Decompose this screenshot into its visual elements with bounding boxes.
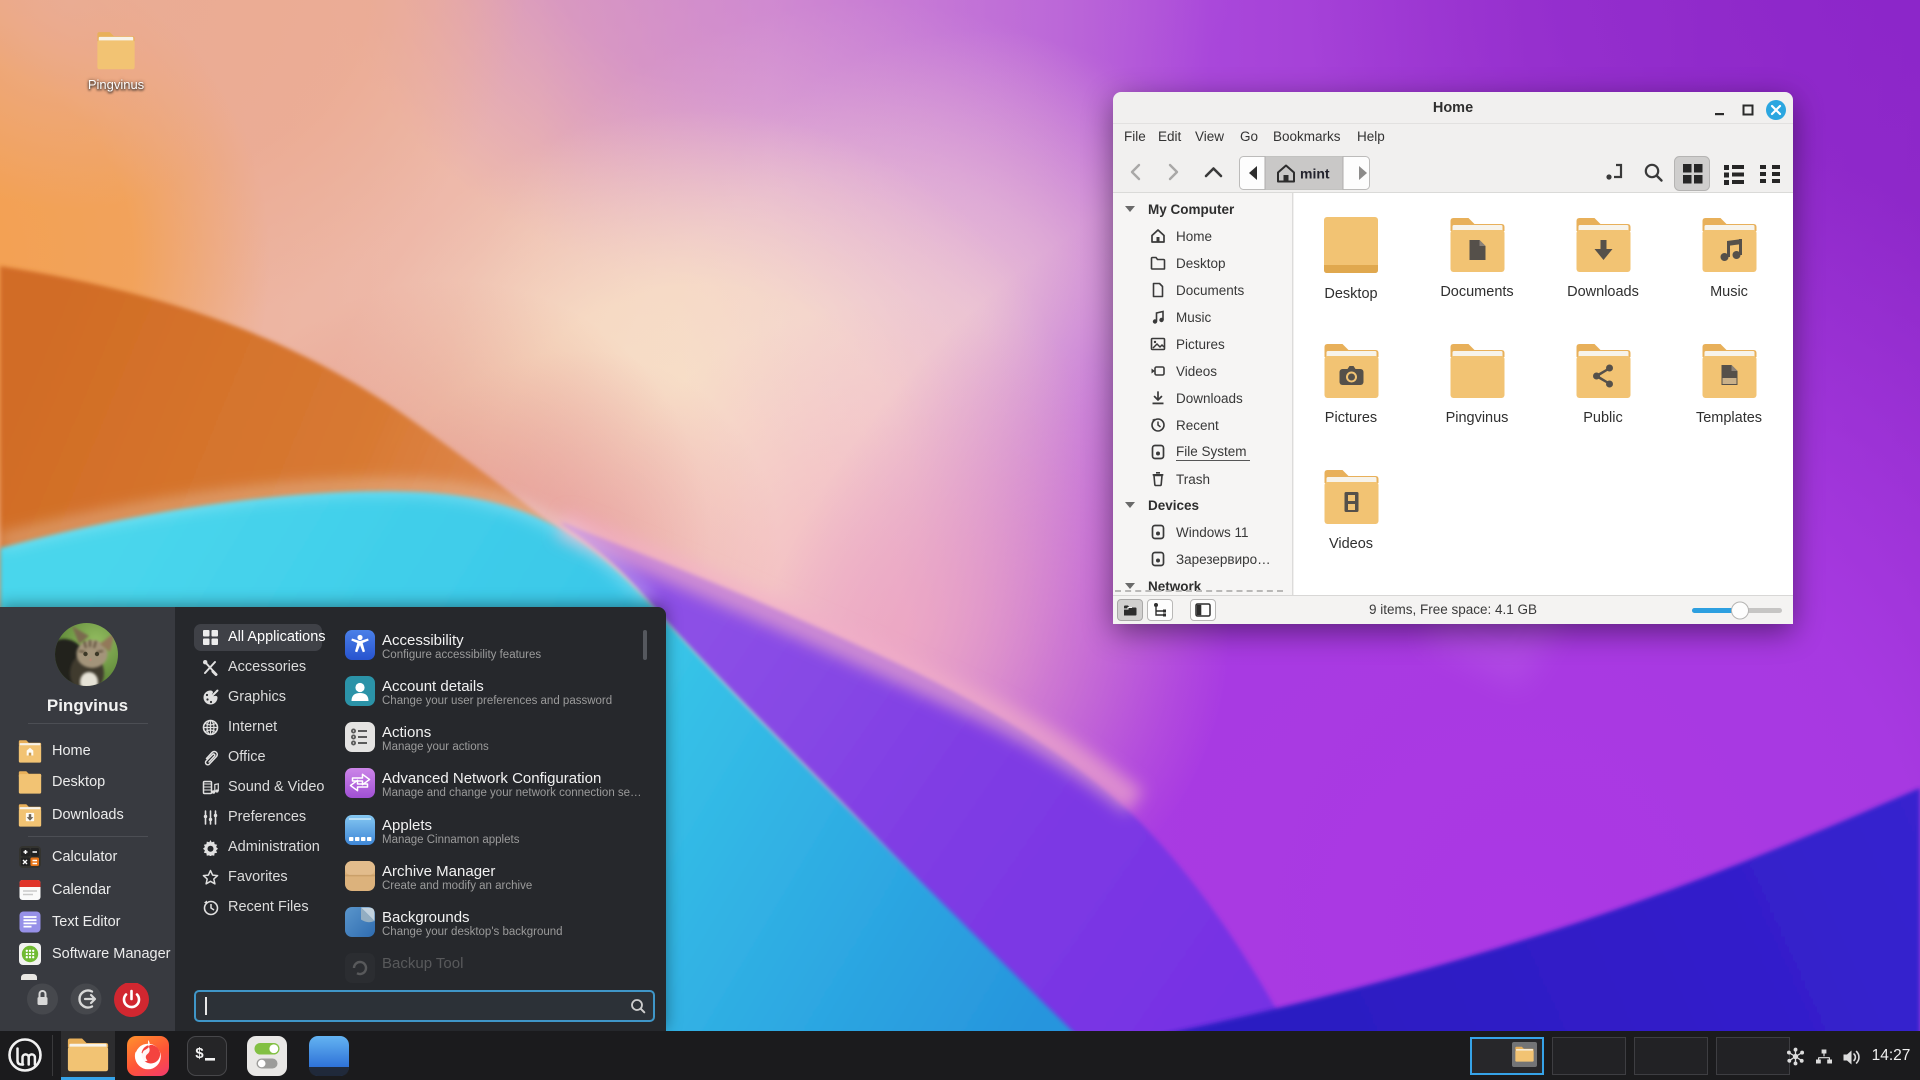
svg-text:$: $ bbox=[195, 1046, 204, 1063]
svg-text:mint: mint bbox=[1300, 166, 1330, 182]
